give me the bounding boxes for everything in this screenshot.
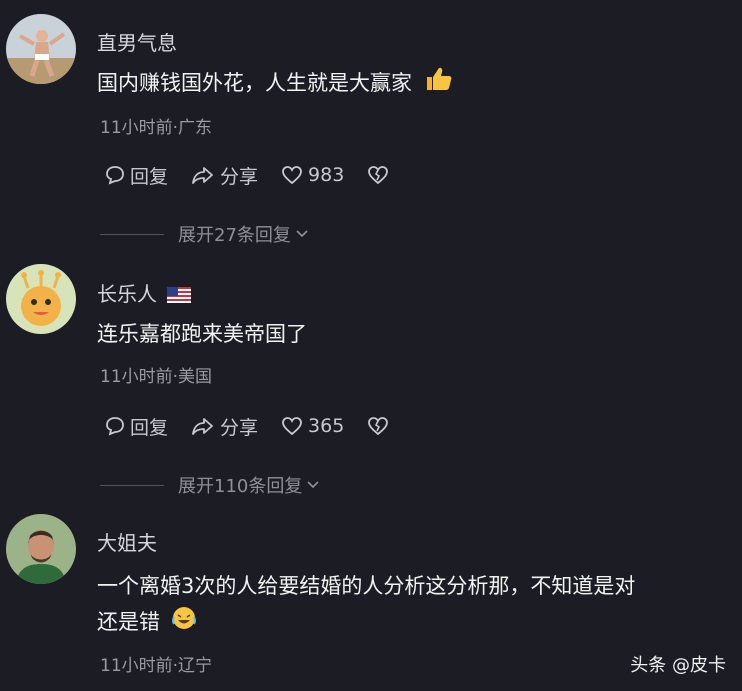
share-label: 分享	[220, 165, 259, 188]
comment-text: 连乐嘉都跑来美帝国了	[97, 322, 307, 346]
avatar[interactable]	[6, 264, 76, 334]
heart-icon	[282, 417, 302, 436]
expand-replies-button[interactable]: 展开27条回复	[100, 220, 310, 248]
broken-heart-icon	[368, 417, 389, 436]
share-arrow-icon	[192, 418, 213, 435]
thumbs-up-emoji-icon	[425, 66, 453, 103]
heart-icon	[282, 166, 302, 185]
comment-text-line: 一个离婚3次的人给要结婚的人分析这分析那，不知道是对	[97, 574, 636, 598]
comment-text-line: 还是错	[97, 604, 727, 642]
comment-text: 国内赚钱国外花，人生就是大赢家	[97, 65, 727, 103]
comment-meta: 11小时前·辽宁	[100, 656, 213, 676]
expand-replies-label: 展开110条回复	[178, 476, 303, 497]
reply-label: 回复	[130, 416, 169, 439]
comment-meta: 11小时前·美国	[100, 367, 213, 387]
username[interactable]: 大姐夫	[97, 527, 157, 556]
reply-bubble-icon	[106, 166, 124, 185]
comment-text-body: 国内赚钱国外花，人生就是大赢家	[97, 71, 412, 95]
reply-label: 回复	[130, 165, 169, 188]
us-flag-icon	[167, 284, 192, 308]
dislike-button[interactable]	[366, 415, 394, 437]
comment-meta: 11小时前·广东	[100, 118, 213, 138]
broken-heart-icon	[368, 166, 389, 185]
share-arrow-icon	[192, 167, 213, 184]
share-button[interactable]: 分享	[190, 162, 258, 189]
username[interactable]: 直男气息	[97, 27, 177, 56]
share-button[interactable]: 分享	[190, 413, 258, 440]
like-count: 365	[308, 415, 345, 437]
like-button[interactable]: 983	[280, 164, 344, 186]
laughing-emoji-icon	[171, 605, 197, 642]
username-text: 长乐人	[97, 282, 157, 306]
divider	[100, 233, 164, 235]
chevron-down-icon	[307, 481, 319, 489]
dislike-button[interactable]	[366, 164, 394, 186]
comment-text: 一个离婚3次的人给要结婚的人分析这分析那，不知道是对 还是错	[97, 568, 727, 642]
chevron-down-icon	[296, 230, 308, 238]
comment-text-line-body: 还是错	[97, 610, 160, 634]
watermark: 头条 @皮卡	[630, 655, 726, 676]
expand-replies-label: 展开27条回复	[178, 225, 291, 246]
comment-actions: 回复 分享 365	[104, 412, 416, 440]
reply-button[interactable]: 回复	[104, 162, 168, 189]
like-button[interactable]: 365	[280, 415, 344, 437]
avatar[interactable]	[6, 14, 76, 84]
reply-bubble-icon	[106, 417, 124, 436]
share-label: 分享	[220, 416, 259, 439]
like-count: 983	[308, 164, 345, 186]
divider	[100, 484, 164, 486]
reply-button[interactable]: 回复	[104, 413, 168, 440]
username[interactable]: 长乐人	[97, 278, 192, 308]
expand-replies-button[interactable]: 展开110条回复	[100, 471, 321, 499]
avatar[interactable]	[6, 514, 76, 584]
comment-actions: 回复 分享 983	[104, 161, 416, 189]
